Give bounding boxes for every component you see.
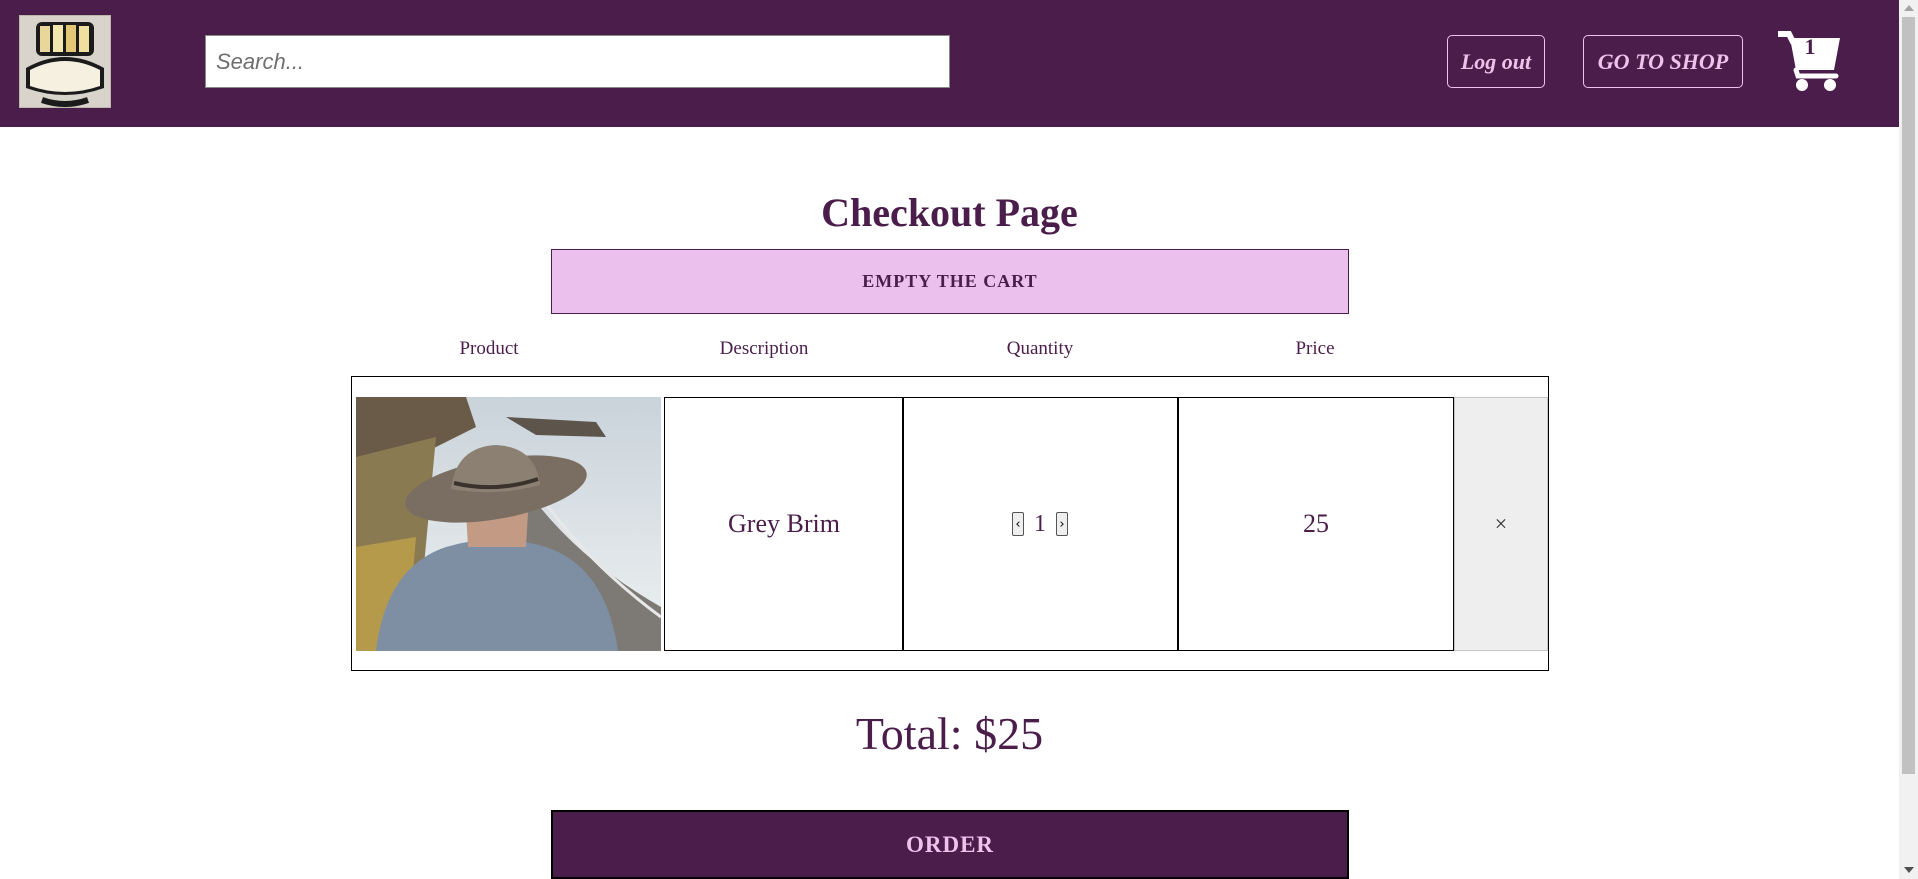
product-description-cell: Grey Brim [664,397,904,651]
cart-button[interactable]: 1 [1778,30,1844,92]
top-header: Log out GO TO SHOP 1 [0,0,1899,127]
cart-count-badge: 1 [1804,34,1816,59]
close-icon: × [1494,511,1508,536]
cart-items-table: Grey Brim ‹ 1 › 25 × [351,376,1549,671]
chevron-left-icon: ‹ [1015,516,1021,532]
go-to-shop-button[interactable]: GO TO SHOP [1583,35,1743,88]
chevron-right-icon: › [1059,516,1065,532]
quantity-value: 1 [1034,510,1046,537]
order-button[interactable]: ORDER [551,810,1349,879]
scrollbar-thumb[interactable] [1902,17,1915,774]
product-price-cell: 25 [1178,397,1454,651]
product-image [356,397,661,651]
column-header-product: Product [459,338,519,359]
hat-photo-image [356,397,661,651]
store-logo[interactable] [19,15,111,108]
cart-total: Total: $25 [855,708,1044,759]
column-header-description: Description [719,338,809,359]
product-price: 25 [1303,509,1329,538]
decrease-quantity-button[interactable]: ‹ [1012,512,1024,536]
increase-quantity-button[interactable]: › [1056,512,1068,536]
logout-button[interactable]: Log out [1447,35,1545,88]
product-description: Grey Brim [728,509,840,538]
search-input[interactable] [205,35,950,88]
page-title: Checkout Page [821,190,1078,235]
column-header-price: Price [1295,338,1335,359]
remove-item-button[interactable]: × [1454,397,1548,651]
scroll-down-arrow-icon[interactable] [1904,867,1914,873]
scroll-up-arrow-icon[interactable] [1904,5,1914,11]
column-header-quantity: Quantity [1006,338,1074,359]
vertical-scrollbar[interactable] [1899,0,1918,879]
empty-cart-button[interactable]: EMPTY THE CART [551,249,1349,314]
quantity-stepper: ‹ 1 › [902,397,1178,651]
logo-graphic [20,16,110,107]
